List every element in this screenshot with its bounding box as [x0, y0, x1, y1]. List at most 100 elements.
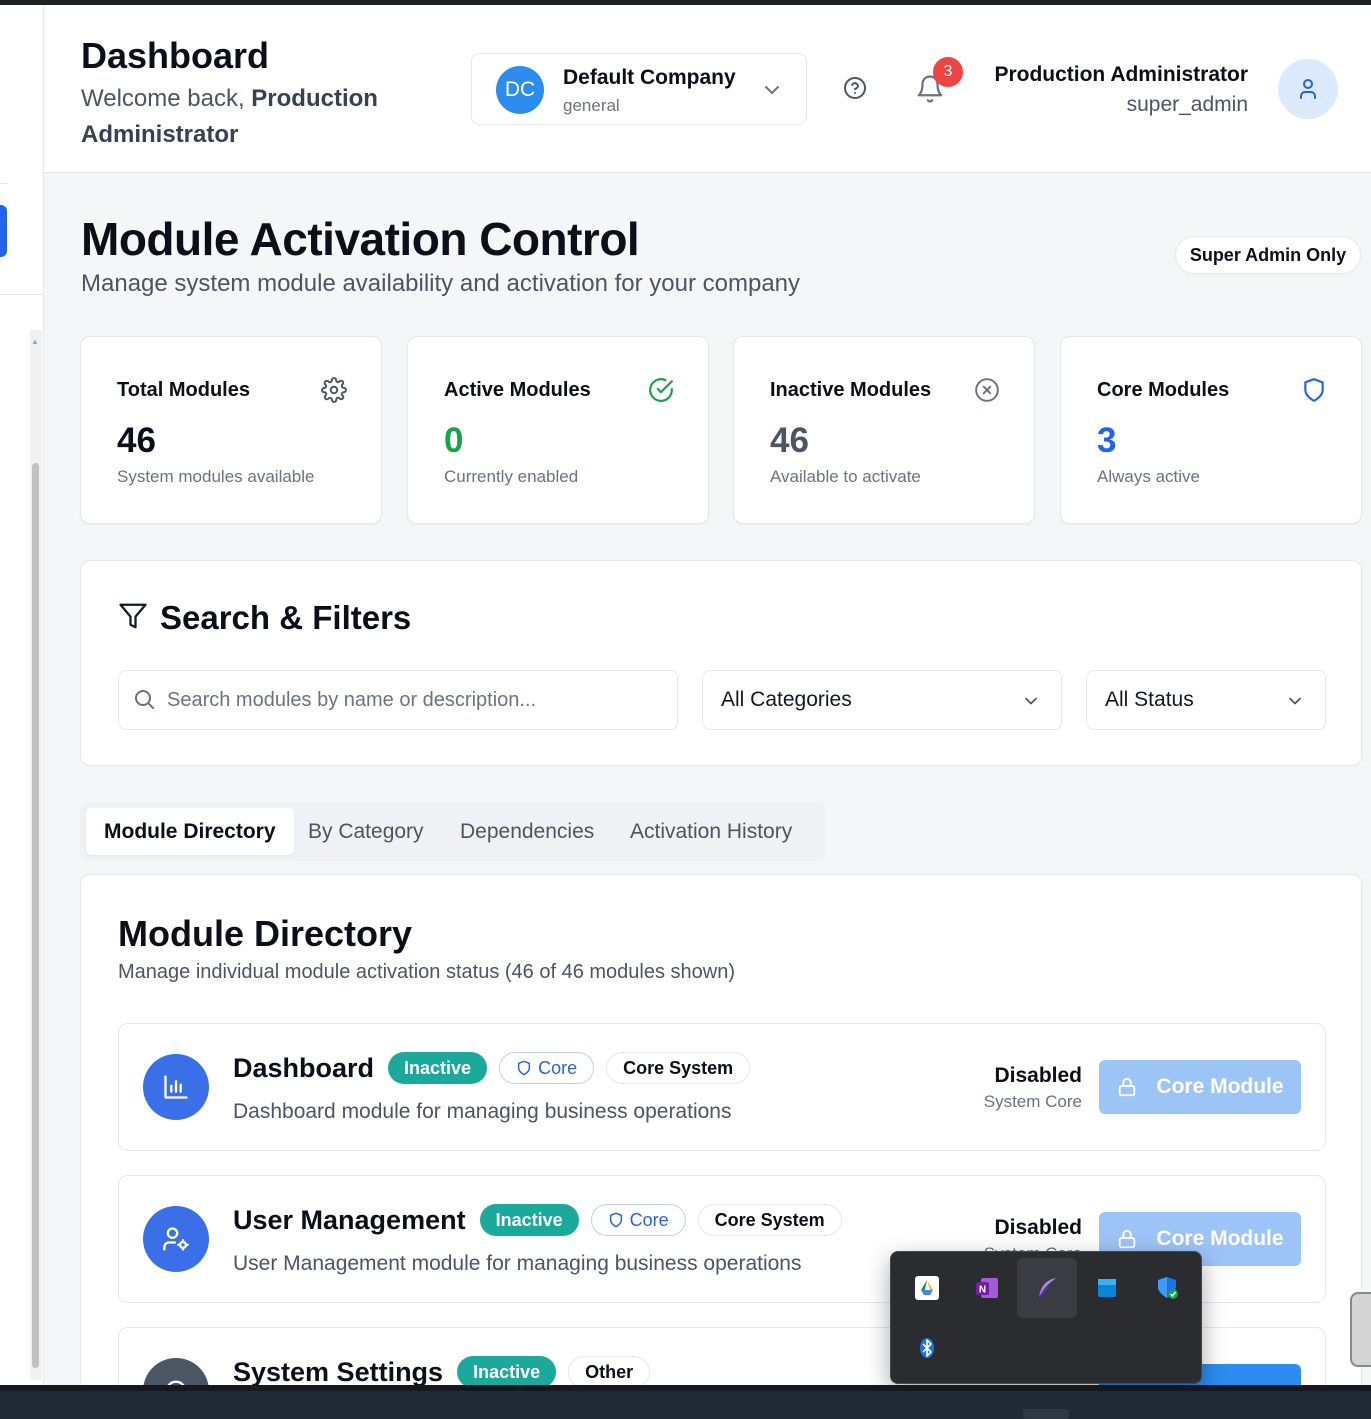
filters-title: Search & Filters	[160, 599, 412, 636]
lock-icon	[1119, 1077, 1136, 1097]
page-scrollbar-thumb[interactable]	[1350, 1292, 1371, 1367]
core-module-button-label: Core Module	[1156, 1075, 1284, 1098]
user-avatar[interactable]	[1278, 59, 1338, 119]
tab-list: Module Directory By Category Dependencie…	[80, 802, 825, 861]
category-badge: Other	[568, 1356, 651, 1388]
notification-count-badge: 3	[933, 57, 963, 87]
stat-card-inactive: Inactive Modules 46 Available to activat…	[733, 336, 1035, 524]
sidebar-divider	[0, 294, 44, 295]
sidebar-divider	[0, 183, 8, 184]
stat-value: 46	[117, 421, 156, 460]
search-filters-panel: Search & Filters All Categories All Stat…	[80, 560, 1362, 766]
tray-item[interactable]	[1077, 1258, 1137, 1318]
check-circle-icon	[649, 378, 673, 402]
core-badge: Core	[499, 1052, 595, 1084]
feather-icon	[1038, 1278, 1056, 1298]
stat-card-active: Active Modules 0 Currently enabled	[407, 336, 709, 524]
core-module-button[interactable]: Core Module	[1099, 1060, 1301, 1114]
page-subtitle: Manage system module availability and ac…	[81, 270, 801, 297]
module-description: Dashboard module for managing business o…	[233, 1100, 732, 1123]
super-admin-badge: Super Admin Only	[1175, 236, 1361, 274]
stat-value: 46	[770, 421, 809, 460]
tray-item[interactable]	[897, 1318, 957, 1378]
tab-activation-history[interactable]: Activation History	[612, 808, 810, 855]
help-icon[interactable]	[843, 76, 867, 100]
module-state: Disabled	[994, 1216, 1082, 1239]
module-card: Dashboard Inactive Core Core System Dash…	[118, 1023, 1326, 1151]
company-selector[interactable]: DC Default Company general	[471, 53, 807, 125]
module-name: User Management	[233, 1204, 466, 1235]
core-module-button-label: Core Module	[1156, 1227, 1284, 1250]
core-badge: Core	[590, 1204, 686, 1236]
category-select[interactable]: All Categories	[702, 670, 1062, 730]
stat-label: Active Modules	[444, 379, 591, 401]
user-icon	[1300, 79, 1316, 99]
search-box[interactable]	[118, 670, 678, 730]
stat-label: Core Modules	[1097, 379, 1230, 401]
module-state-sub: System Core	[983, 1092, 1082, 1111]
module-header: Dashboard Inactive Core Core System	[233, 1052, 751, 1084]
core-badge-label: Core	[538, 1057, 578, 1078]
module-icon	[143, 1206, 209, 1272]
onenote-icon: N	[976, 1278, 998, 1298]
module-state: Disabled	[994, 1064, 1082, 1087]
stat-caption: Available to activate	[770, 467, 921, 486]
module-name: Dashboard	[233, 1052, 375, 1083]
core-badge-label: Core	[629, 1209, 669, 1230]
system-tray-popup: N	[890, 1251, 1202, 1384]
tab-by-category[interactable]: By Category	[290, 808, 442, 855]
os-taskbar	[0, 1385, 1371, 1419]
module-header: System Settings Inactive Other	[233, 1356, 651, 1388]
sidebar-scrollbar-thumb[interactable]	[32, 463, 39, 1368]
tab-dependencies[interactable]: Dependencies	[442, 808, 612, 855]
stat-label: Inactive Modules	[770, 379, 932, 401]
company-name: Default Company	[563, 66, 736, 89]
module-description: User Management module for managing busi…	[233, 1252, 802, 1275]
tab-module-directory[interactable]: Module Directory	[86, 808, 294, 855]
module-name: System Settings	[233, 1356, 444, 1387]
stat-value: 3	[1097, 421, 1117, 460]
company-type: general	[563, 96, 620, 115]
user-name: Production Administrator	[994, 63, 1248, 86]
module-header: User Management Inactive Core Core Syste…	[233, 1204, 842, 1236]
defender-shield-icon	[1158, 1277, 1178, 1299]
lock-icon	[1119, 1229, 1136, 1249]
module-icon	[143, 1054, 209, 1120]
tray-item[interactable]: N	[957, 1258, 1017, 1318]
stat-label: Total Modules	[117, 379, 250, 401]
shield-icon	[518, 1060, 531, 1076]
stat-card-core: Core Modules 3 Always active	[1060, 336, 1362, 524]
shield-icon	[1304, 378, 1324, 402]
status-select[interactable]: All Status	[1086, 670, 1326, 730]
top-header: Dashboard Welcome back, Production Admin…	[44, 5, 1371, 173]
stat-value: 0	[444, 421, 464, 460]
chevron-down-icon	[765, 86, 779, 94]
status-badge: Inactive	[457, 1356, 557, 1388]
header-title: Dashboard	[81, 35, 270, 76]
stat-caption: Always active	[1097, 467, 1200, 486]
tray-item[interactable]	[1137, 1258, 1197, 1318]
tray-item[interactable]	[897, 1258, 957, 1318]
category-badge: Core System	[697, 1204, 842, 1236]
page-title: Module Activation Control	[81, 213, 640, 265]
bluetooth-icon	[920, 1338, 934, 1358]
filter-icon	[119, 603, 147, 629]
x-circle-icon	[975, 378, 999, 402]
status-select-value: All Status	[1105, 688, 1194, 711]
svg-text:N: N	[979, 1285, 986, 1296]
bar-chart-icon	[164, 1075, 188, 1099]
category-badge: Core System	[606, 1052, 751, 1084]
search-icon	[135, 690, 154, 709]
stat-caption: System modules available	[117, 467, 315, 486]
gear-icon	[321, 377, 347, 403]
sidebar: ▲	[0, 5, 44, 1385]
sidebar-active-item[interactable]	[0, 205, 7, 257]
directory-title: Module Directory	[118, 913, 413, 954]
category-select-value: All Categories	[721, 688, 852, 711]
search-input[interactable]	[167, 681, 667, 719]
tray-item[interactable]	[1017, 1258, 1077, 1318]
taskbar-item[interactable]	[1023, 1409, 1069, 1419]
welcome-prefix: Welcome back,	[81, 85, 245, 112]
windows-app-icon	[1098, 1279, 1116, 1297]
scroll-up-arrow-icon[interactable]: ▲	[31, 337, 39, 346]
